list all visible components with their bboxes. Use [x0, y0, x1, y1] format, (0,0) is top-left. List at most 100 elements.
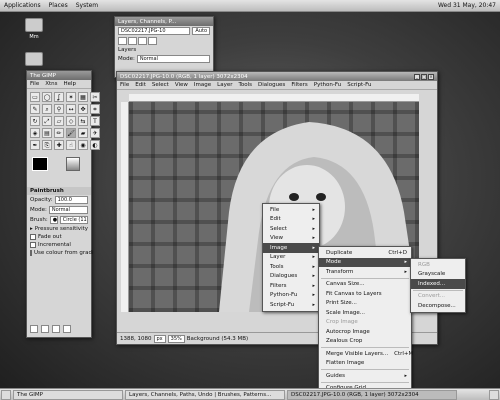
mode-grayscale-item[interactable]: Grayscale [411, 270, 465, 280]
text-tool-icon[interactable]: T [90, 116, 100, 126]
eraser-tool-icon[interactable]: ▰ [78, 128, 88, 138]
fade-out-checkbox[interactable] [30, 234, 36, 240]
toolbox-titlebar[interactable]: The GIMP [27, 71, 91, 80]
image-menu-edit[interactable]: Edit [132, 82, 149, 88]
image-menu-tools[interactable]: Tools [235, 82, 255, 88]
channels-tab-icon[interactable] [128, 37, 137, 45]
scale-tool-icon[interactable]: ⤢ [42, 116, 52, 126]
context-menu-layer[interactable]: Layer ▸ [263, 253, 319, 263]
foreground-color-swatch[interactable] [32, 157, 48, 171]
delete-options-icon[interactable] [52, 325, 60, 333]
places-menu[interactable]: Places [45, 2, 72, 9]
context-menu-script-fu[interactable]: Script-Fu ▸ [263, 300, 319, 310]
image-menu-dialogues[interactable]: Dialogues [255, 82, 288, 88]
image-flatten-item[interactable]: Flatten Image [319, 359, 411, 369]
zoom-select[interactable]: 35% [167, 334, 185, 343]
reset-options-icon[interactable] [63, 325, 71, 333]
blur-tool-icon[interactable]: ◉ [78, 140, 88, 150]
layers-mode-select[interactable]: Normal [136, 55, 210, 63]
airbrush-tool-icon[interactable]: ✈ [90, 128, 100, 138]
flip-tool-icon[interactable]: ⇆ [78, 116, 88, 126]
image-print-size-item[interactable]: Print Size... [319, 299, 411, 309]
context-menu-image[interactable]: Image ▸ [263, 243, 319, 253]
taskbar-layers[interactable]: Layers, Channels, Paths, Undo | Brushes,… [125, 389, 285, 400]
image-autocrop-item[interactable]: Autocrop Image [319, 327, 411, 337]
dodge-tool-icon[interactable]: ◐ [90, 140, 100, 150]
move-tool-icon[interactable]: ✥ [78, 104, 88, 114]
toolbox-menu-file[interactable]: File [27, 81, 42, 87]
context-menu-dialogues[interactable]: Dialogues ▸ [263, 272, 319, 282]
crop-tool-icon[interactable]: ⌗ [90, 104, 100, 114]
system-menu[interactable]: System [72, 2, 102, 9]
taskbar-image[interactable]: DSC02217.JPG-10.0 (RGB, 1 layer) 3072x23… [287, 389, 457, 400]
desktop-trash[interactable] [14, 52, 54, 68]
color-select-tool-icon[interactable]: ▦ [78, 92, 88, 102]
image-menu-image[interactable]: Image [191, 82, 214, 88]
close-icon[interactable]: × [428, 73, 434, 80]
heal-tool-icon[interactable]: ✚ [54, 140, 64, 150]
unit-select[interactable]: px [153, 334, 166, 343]
minimize-icon[interactable]: _ [414, 73, 420, 80]
ellipse-select-tool-icon[interactable]: ◯ [42, 92, 52, 102]
image-menu-python-fu[interactable]: Python-Fu [311, 82, 344, 88]
brush-preview[interactable]: ● [49, 216, 58, 224]
paths-tab-icon[interactable] [138, 37, 147, 45]
pencil-tool-icon[interactable]: ✏ [54, 128, 64, 138]
clone-tool-icon[interactable]: ⎘ [42, 140, 52, 150]
image-zealous-crop-item[interactable]: Zealous Crop [319, 337, 411, 347]
image-menu-filters[interactable]: Filters [288, 82, 311, 88]
gradient-preview[interactable] [66, 157, 80, 171]
layers-titlebar[interactable]: Layers, Channels, P... [115, 17, 213, 26]
context-menu-edit[interactable]: Edit ▸ [263, 215, 319, 225]
image-menu-select[interactable]: Select [149, 82, 172, 88]
maximize-icon[interactable]: □ [421, 73, 427, 80]
image-canvas-size-item[interactable]: Canvas Size... [319, 280, 411, 290]
image-menu-file[interactable]: File [117, 82, 132, 88]
workspace-switcher[interactable] [489, 389, 499, 400]
toolbox-menu-help[interactable]: Help [61, 81, 80, 87]
pressure-sensitivity-expander[interactable]: Pressure sensitivity [35, 226, 88, 232]
context-menu-filters[interactable]: Filters ▸ [263, 281, 319, 291]
use-colour-checkbox[interactable] [30, 250, 32, 256]
smudge-tool-icon[interactable]: ☝ [66, 140, 76, 150]
image-scale-item[interactable]: Scale Image... [319, 308, 411, 318]
opacity-slider[interactable]: 100.0 [54, 196, 88, 204]
applications-menu[interactable]: Applications [0, 2, 45, 9]
context-menu-tools[interactable]: Tools ▸ [263, 262, 319, 272]
zoom-tool-icon[interactable]: ⚲ [54, 104, 64, 114]
image-merge-visible-item[interactable]: Merge Visible Layers... Ctrl+M [319, 349, 413, 359]
paths-tool-icon[interactable]: ✎ [30, 104, 40, 114]
clock[interactable]: Wed 31 May, 20:47 [434, 2, 500, 9]
horizontal-ruler[interactable] [129, 94, 419, 102]
image-mode-item[interactable]: Mode ▸ [319, 257, 411, 267]
fuzzy-select-tool-icon[interactable]: ✶ [66, 92, 76, 102]
layers-tab-icon[interactable] [118, 37, 127, 45]
image-fit-canvas-item[interactable]: Fit Canvas to Layers [319, 289, 411, 299]
taskbar-gimp[interactable]: The GIMP [13, 389, 123, 400]
vertical-ruler[interactable] [121, 102, 129, 312]
toolbox-menu-xtns[interactable]: Xtns [42, 81, 60, 87]
measure-tool-icon[interactable]: ↔ [66, 104, 76, 114]
scissors-tool-icon[interactable]: ✂ [90, 92, 100, 102]
bucket-fill-tool-icon[interactable]: ◈ [30, 128, 40, 138]
image-duplicate-item[interactable]: Duplicate Ctrl+D [319, 248, 411, 258]
image-guides-item[interactable]: Guides ▸ [319, 371, 411, 381]
perspective-tool-icon[interactable]: ◇ [66, 116, 76, 126]
mode-select[interactable]: Normal [48, 206, 88, 214]
ink-tool-icon[interactable]: ✒ [30, 140, 40, 150]
show-desktop-icon[interactable] [1, 389, 11, 400]
shear-tool-icon[interactable]: ▱ [54, 116, 64, 126]
rect-select-tool-icon[interactable]: ▭ [30, 92, 40, 102]
image-transform-item[interactable]: Transform ▸ [319, 267, 411, 277]
image-titlebar[interactable]: DSC02217.JPG-10.0 (RGB, 1 layer) 3072x23… [117, 72, 437, 81]
blend-tool-icon[interactable]: ▤ [42, 128, 52, 138]
context-menu-select[interactable]: Select ▸ [263, 224, 319, 234]
auto-button[interactable]: Auto [192, 27, 210, 35]
rotate-tool-icon[interactable]: ↻ [30, 116, 40, 126]
incremental-checkbox[interactable] [30, 242, 36, 248]
context-menu-python-fu[interactable]: Python-Fu ▸ [263, 291, 319, 301]
save-options-icon[interactable] [30, 325, 38, 333]
context-menu-view[interactable]: View ▸ [263, 234, 319, 244]
restore-options-icon[interactable] [41, 325, 49, 333]
image-menu-script-fu[interactable]: Script-Fu [344, 82, 374, 88]
